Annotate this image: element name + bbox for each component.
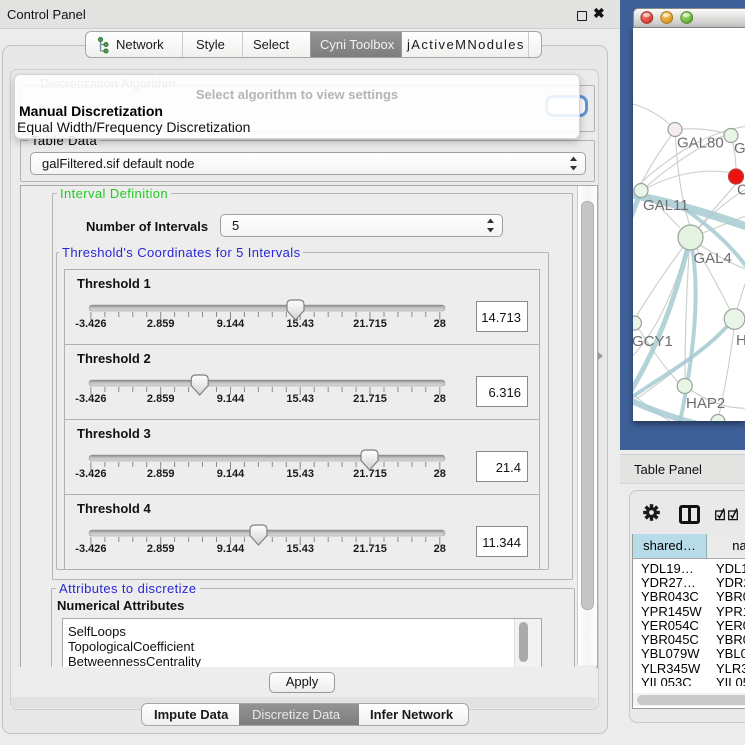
svg-text:-3.426: -3.426 xyxy=(75,393,106,405)
svg-text:21.715: 21.715 xyxy=(353,543,387,555)
svg-text:28: 28 xyxy=(434,468,446,480)
svg-text:-3.426: -3.426 xyxy=(75,543,106,555)
svg-text:9.144: 9.144 xyxy=(217,393,245,405)
svg-text:15.43: 15.43 xyxy=(286,318,314,330)
svg-text:28: 28 xyxy=(434,393,446,405)
svg-text:H: H xyxy=(736,332,745,349)
svg-text:-3.426: -3.426 xyxy=(75,468,106,480)
svg-text:28: 28 xyxy=(434,543,446,555)
svg-text:28: 28 xyxy=(434,318,446,330)
svg-text:9.144: 9.144 xyxy=(217,318,245,330)
svg-text:21.715: 21.715 xyxy=(353,393,387,405)
svg-text:9.144: 9.144 xyxy=(217,468,245,480)
svg-text:2.859: 2.859 xyxy=(147,543,175,555)
svg-text:2.859: 2.859 xyxy=(147,393,175,405)
svg-text:GAL4: GAL4 xyxy=(694,250,732,267)
svg-text:GAL11: GAL11 xyxy=(643,197,689,214)
svg-text:C: C xyxy=(737,181,745,198)
svg-text:2.859: 2.859 xyxy=(147,468,175,480)
svg-text:15.43: 15.43 xyxy=(286,468,314,480)
svg-text:-3.426: -3.426 xyxy=(75,318,106,330)
svg-text:GA: GA xyxy=(734,140,745,157)
svg-text:GCY1: GCY1 xyxy=(633,333,673,350)
svg-text:9.144: 9.144 xyxy=(217,543,245,555)
svg-text:15.43: 15.43 xyxy=(286,543,314,555)
svg-text:21.715: 21.715 xyxy=(353,318,387,330)
svg-text:15.43: 15.43 xyxy=(286,393,314,405)
svg-text:2.859: 2.859 xyxy=(147,318,175,330)
svg-text:GAL80: GAL80 xyxy=(677,134,724,151)
svg-text:HAP2: HAP2 xyxy=(686,395,725,412)
